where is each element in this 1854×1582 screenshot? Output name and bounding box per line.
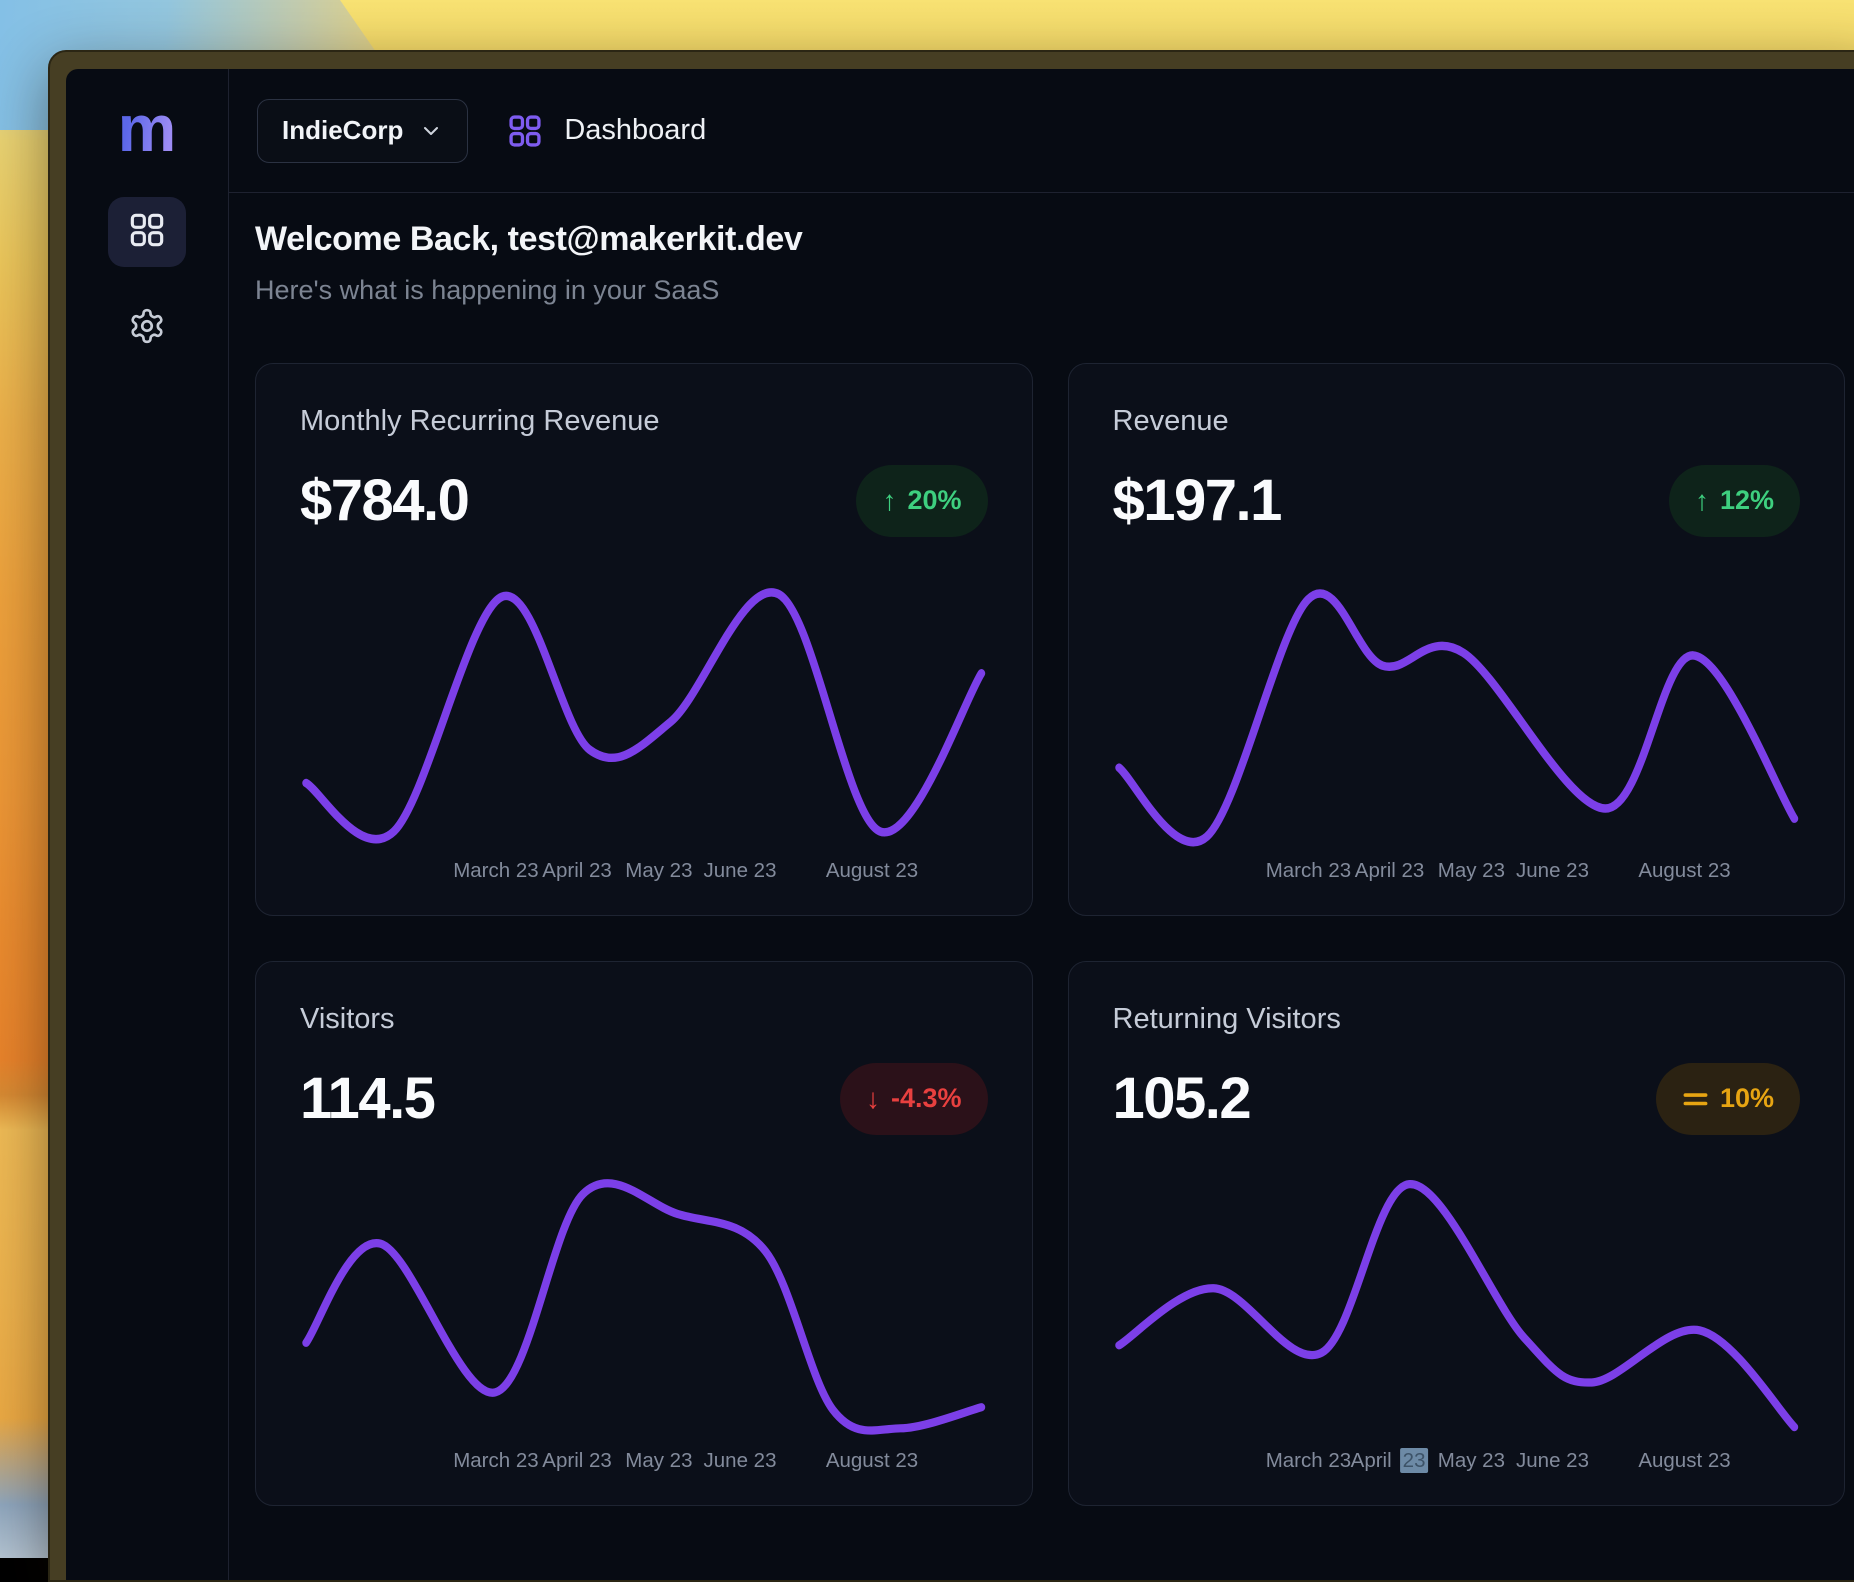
x-axis-label: April 23	[542, 1449, 612, 1473]
welcome-heading: Welcome Back, test@makerkit.dev	[255, 219, 1845, 260]
card-value: 105.2	[1113, 1065, 1251, 1132]
line-chart	[1113, 573, 1801, 855]
line-chart	[300, 1171, 988, 1445]
trend-icon	[1682, 1090, 1709, 1108]
trend-badge: ↓ -4.3%	[840, 1063, 988, 1135]
trend-badge: 10%	[1656, 1063, 1800, 1135]
trend-value: -4.3%	[891, 1083, 962, 1114]
x-axis-label: August 23	[1638, 859, 1730, 883]
trend-value: 10%	[1720, 1083, 1774, 1114]
x-axis-label: August 23	[826, 859, 918, 883]
stat-card: Visitors 114.5 ↓ -4.3% March 23April 23M…	[255, 961, 1033, 1506]
card-value-row: $197.1 ↑ 12%	[1113, 465, 1801, 537]
card-value: $197.1	[1113, 467, 1281, 534]
x-axis-label: April23	[1351, 1449, 1429, 1473]
card-value-row: $784.0 ↑ 20%	[300, 465, 988, 537]
chevron-down-icon	[419, 119, 443, 143]
card-title: Monthly Recurring Revenue	[300, 404, 988, 439]
card-title: Returning Visitors	[1113, 1002, 1801, 1037]
breadcrumb: Dashboard	[506, 112, 706, 150]
card-value: 114.5	[300, 1065, 434, 1132]
x-axis-label: June 23	[1516, 1449, 1589, 1473]
x-axis-label: August 23	[826, 1449, 918, 1473]
team-selector-button[interactable]: IndieCorp	[257, 99, 468, 163]
top-bar: IndieCorp Dashboard	[229, 69, 1854, 193]
wallpaper-corner-haze	[0, 1418, 52, 1558]
makerkit-logo: m	[118, 95, 177, 161]
x-axis-label: March 23	[1266, 859, 1351, 883]
x-axis: March 23April23 May 23 June 23 August 23	[1113, 1449, 1801, 1479]
sidebar-item-dashboard[interactable]	[108, 197, 186, 267]
x-axis-label: June 23	[704, 1449, 777, 1473]
selected-axis-text: 23	[1400, 1448, 1429, 1473]
x-axis-label: May 23	[625, 859, 692, 883]
stat-card: Returning Visitors 105.2 10% March 23Apr…	[1068, 961, 1846, 1506]
x-axis-label: April 23	[542, 859, 612, 883]
sidebar-item-settings[interactable]	[108, 293, 186, 363]
x-axis-label: May 23	[625, 1449, 692, 1473]
trend-badge: ↑ 12%	[1669, 465, 1800, 537]
line-chart	[300, 573, 988, 855]
x-axis-label: May 23	[1438, 859, 1505, 883]
x-axis-label: March 23	[453, 859, 538, 883]
team-selector-label: IndieCorp	[282, 115, 403, 146]
x-axis-label: May 23	[1438, 1449, 1505, 1473]
x-axis-label: June 23	[704, 859, 777, 883]
app-window: m	[48, 50, 1854, 1582]
card-title: Revenue	[1113, 404, 1801, 439]
trend-icon: ↓	[866, 1085, 880, 1113]
trend-icon: ↑	[882, 487, 896, 515]
x-axis-label: March 23	[453, 1449, 538, 1473]
page-title: Dashboard	[564, 114, 706, 147]
welcome-subheading: Here's what is happening in your SaaS	[255, 275, 1845, 306]
grid-icon	[127, 210, 167, 255]
trend-badge: ↑ 20%	[856, 465, 987, 537]
card-value-row: 105.2 10%	[1113, 1063, 1801, 1135]
gear-icon	[128, 307, 166, 350]
card-value: $784.0	[300, 467, 468, 534]
trend-value: 20%	[907, 485, 961, 516]
x-axis: March 23April 23 May 23 June 23 August 23	[1113, 859, 1801, 889]
line-chart	[1113, 1171, 1801, 1445]
sidebar: m	[66, 69, 229, 1580]
x-axis: March 23April 23 May 23 June 23 August 23	[300, 1449, 988, 1479]
x-axis-label: June 23	[1516, 859, 1589, 883]
x-axis-label: August 23	[1638, 1449, 1730, 1473]
trend-value: 12%	[1720, 485, 1774, 516]
main-content: Welcome Back, test@makerkit.dev Here's w…	[229, 193, 1854, 1580]
x-axis: March 23April 23 May 23 June 23 August 23	[300, 859, 988, 889]
app-window-content: m	[66, 69, 1854, 1580]
trend-icon: ↑	[1695, 487, 1709, 515]
x-axis-label: April 23	[1355, 859, 1425, 883]
stat-card: Monthly Recurring Revenue $784.0 ↑ 20% M…	[255, 363, 1033, 916]
stat-card: Revenue $197.1 ↑ 12% March 23April 23 May…	[1068, 363, 1846, 916]
card-value-row: 114.5 ↓ -4.3%	[300, 1063, 988, 1135]
stats-grid: Monthly Recurring Revenue $784.0 ↑ 20% M…	[255, 363, 1845, 1506]
x-axis-label: March 23	[1266, 1449, 1351, 1473]
card-title: Visitors	[300, 1002, 988, 1037]
grid-icon	[506, 112, 544, 150]
